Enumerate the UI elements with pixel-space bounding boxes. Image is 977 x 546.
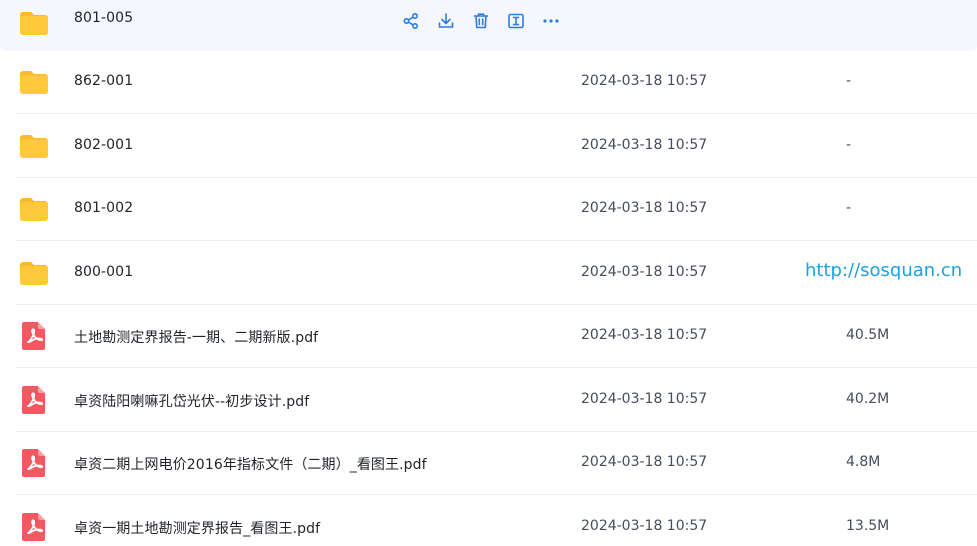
file-size: - bbox=[846, 136, 852, 153]
file-size: 4.8M bbox=[846, 454, 881, 470]
folder-icon bbox=[20, 198, 48, 221]
file-row[interactable]: 802-001 2024-03-18 10:57 - bbox=[0, 115, 977, 178]
rename-icon[interactable] bbox=[505, 10, 527, 32]
pdf-icon bbox=[22, 385, 45, 414]
folder-icon bbox=[20, 261, 48, 285]
folder-icon bbox=[20, 71, 48, 94]
file-name[interactable]: 卓资二期上网电价2016年指标文件（二期）_看图王.pdf bbox=[74, 454, 427, 474]
file-row[interactable]: 卓资一期土地勘测定界报告_看图王.pdf 2024-03-18 10:57 13.5… bbox=[0, 496, 977, 546]
modified-date: 2024-03-18 10:57 bbox=[581, 136, 708, 153]
pdf-icon bbox=[22, 322, 45, 350]
file-row[interactable]: 卓资二期上网电价2016年指标文件（二期）_看图王.pdf 2024-03-18 … bbox=[0, 432, 977, 495]
file-row[interactable]: 卓资陆阳喇嘛孔岱光伏--初步设计.pdf 2024-03-18 10:57 40.2… bbox=[0, 369, 977, 432]
modified-date: 2024-03-18 10:57 bbox=[581, 517, 708, 534]
modified-date: 2024-03-18 10:57 bbox=[581, 200, 708, 216]
folder-icon bbox=[20, 12, 48, 35]
file-name[interactable]: 土地勘测定界报告-一期、二期新版.pdf bbox=[74, 327, 318, 347]
file-name[interactable]: 862-001 bbox=[74, 73, 133, 89]
folder-icon bbox=[20, 134, 48, 158]
file-name[interactable]: 卓资陆阳喇嘛孔岱光伏--初步设计.pdf bbox=[74, 391, 309, 411]
file-row[interactable]: 土地勘测定界报告-一期、二期新版.pdf 2024-03-18 10:57 40.5… bbox=[0, 305, 977, 368]
file-size: 40.2M bbox=[846, 390, 890, 407]
file-size: - bbox=[846, 73, 852, 89]
modified-date: 2024-03-18 10:57 bbox=[581, 73, 708, 89]
file-list: 801-005 862-001 2024-03-18 10:57 - 802-0… bbox=[0, 0, 977, 546]
file-name[interactable]: 801-005 bbox=[74, 10, 133, 26]
pdf-icon bbox=[22, 512, 45, 541]
file-row-hovered[interactable]: 801-005 bbox=[0, 0, 977, 51]
file-size: 40.5M bbox=[846, 327, 890, 343]
modified-date: 2024-03-18 10:57 bbox=[581, 454, 708, 470]
file-name[interactable]: 卓资一期土地勘测定界报告_看图王.pdf bbox=[74, 518, 320, 538]
file-name[interactable]: 800-001 bbox=[74, 264, 133, 280]
share-icon[interactable] bbox=[400, 10, 422, 32]
download-icon[interactable] bbox=[435, 10, 457, 32]
modified-date: 2024-03-18 10:57 bbox=[581, 263, 708, 280]
modified-date: 2024-03-18 10:57 bbox=[581, 327, 708, 343]
watermark: http://sosquan.cn bbox=[805, 260, 963, 281]
file-row[interactable]: 862-001 2024-03-18 10:57 - bbox=[0, 51, 977, 114]
file-name[interactable]: 802-001 bbox=[74, 137, 133, 153]
modified-date: 2024-03-18 10:57 bbox=[581, 390, 708, 407]
row-actions bbox=[400, 10, 575, 32]
delete-icon[interactable] bbox=[470, 10, 492, 32]
file-size: - bbox=[846, 200, 852, 216]
file-size: 13.5M bbox=[846, 517, 890, 534]
file-name[interactable]: 801-002 bbox=[74, 200, 133, 216]
pdf-icon bbox=[22, 449, 45, 477]
file-row[interactable]: 801-002 2024-03-18 10:57 - bbox=[0, 178, 977, 241]
more-icon[interactable] bbox=[540, 10, 562, 32]
